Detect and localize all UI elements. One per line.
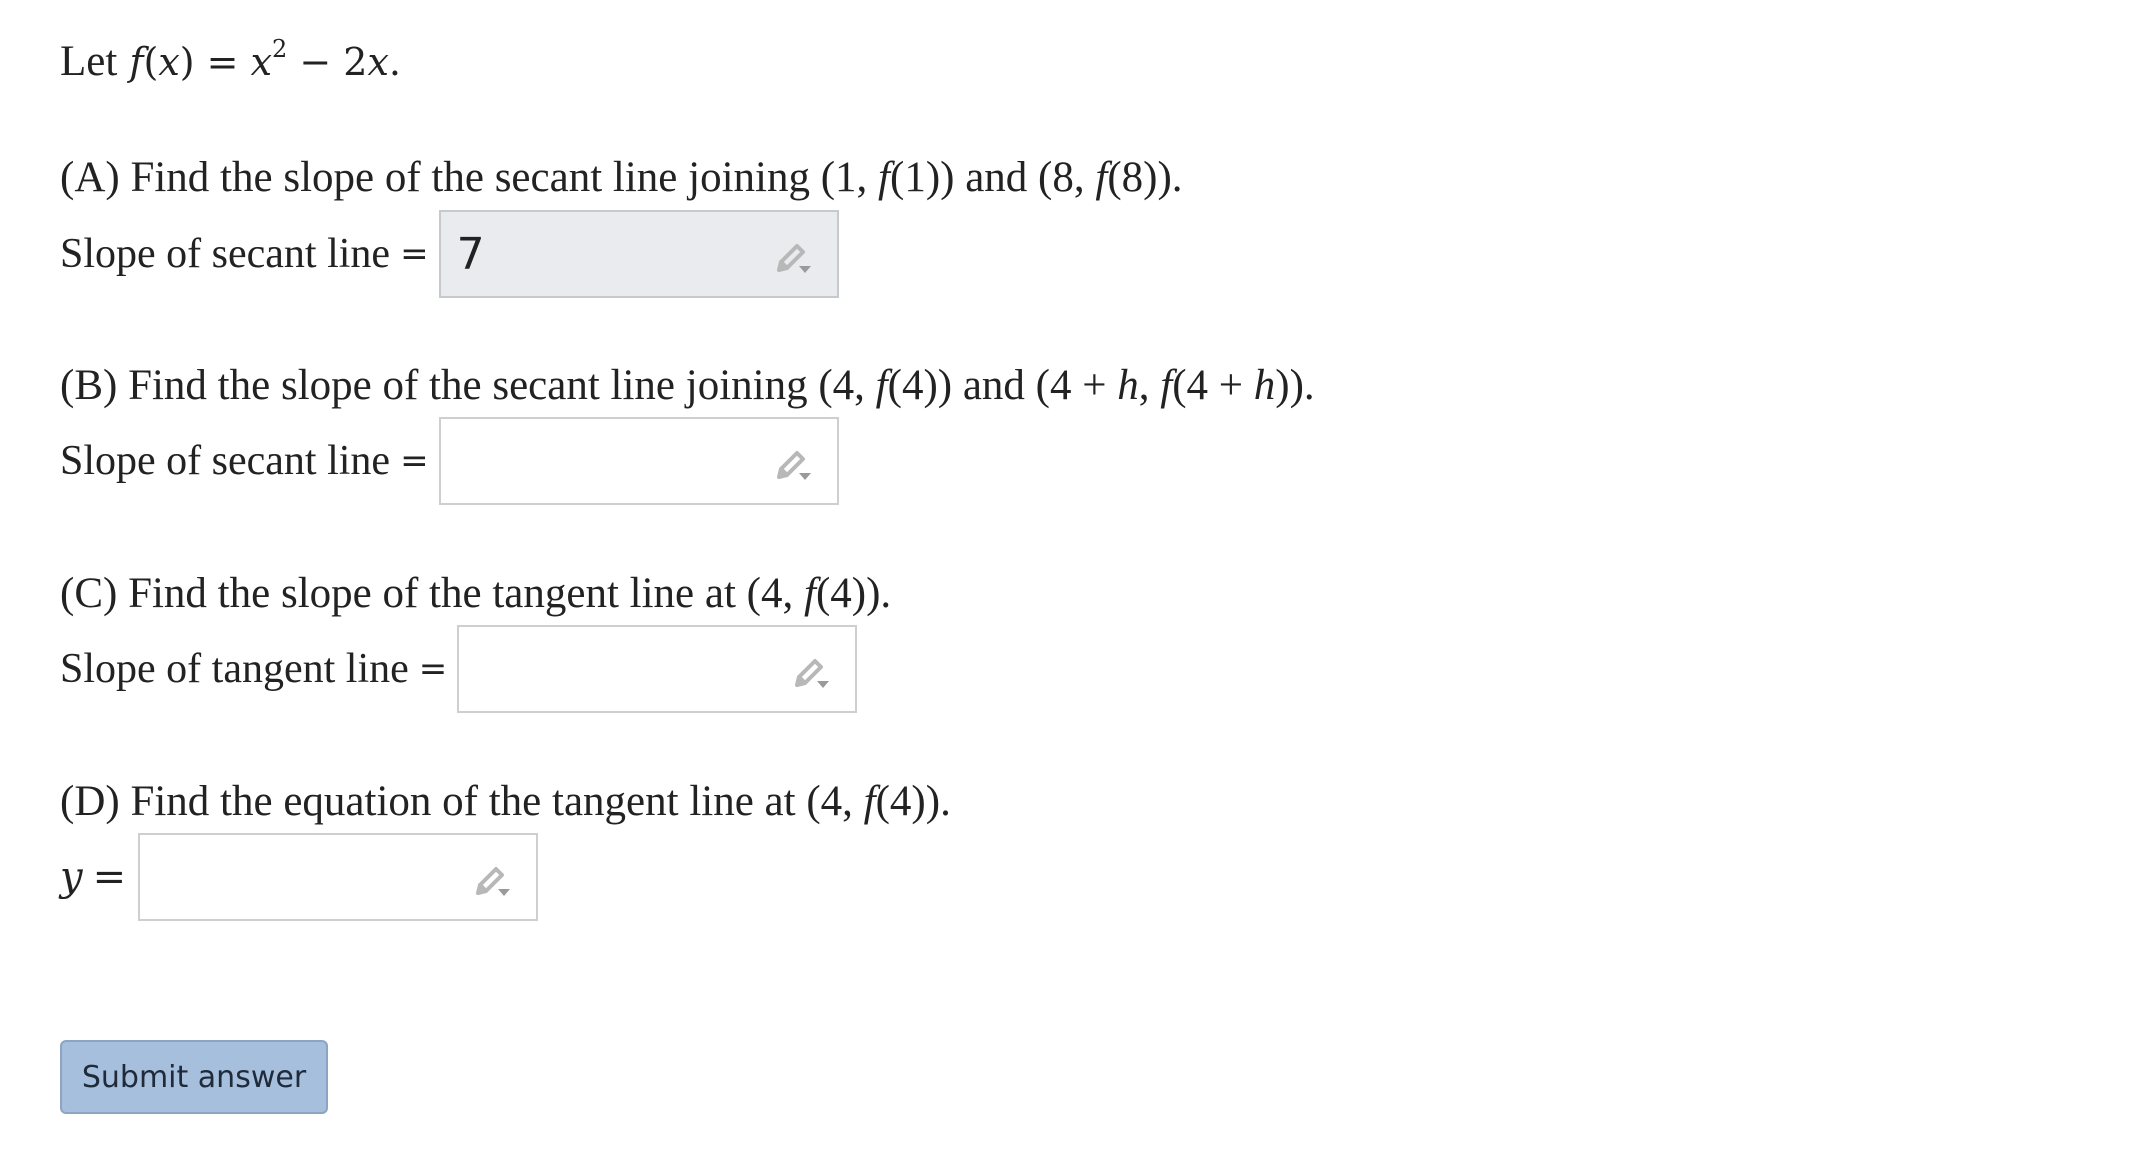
- term1-variable: x: [250, 40, 273, 84]
- part-a-answer-input[interactable]: 7: [438, 210, 839, 298]
- part-b-f1: f: [875, 362, 888, 409]
- part-c-point1: (4,: [746, 570, 804, 617]
- part-d-answer-input[interactable]: [138, 833, 539, 921]
- term2-variable: x: [367, 40, 389, 84]
- submit-answer-button[interactable]: Submit answer: [60, 1040, 328, 1114]
- period: .: [388, 40, 402, 84]
- exponent: 2: [272, 35, 288, 63]
- part-c-f1: f: [803, 570, 816, 617]
- part-c-point1-tail: (4)).: [815, 570, 892, 617]
- part-d-point1-tail: (4)).: [875, 778, 951, 825]
- part-c-equals: =: [418, 649, 448, 689]
- part-b-equals: =: [400, 441, 429, 481]
- part-b-h1: h: [1117, 362, 1139, 409]
- part-b-point1: (4,: [818, 362, 876, 409]
- part-a-equals: =: [400, 234, 429, 274]
- part-a-point2-tail: (8)).: [1107, 154, 1183, 201]
- paren-close: ): [179, 40, 195, 84]
- function-variable: x: [158, 40, 180, 84]
- function-name: f: [129, 40, 144, 84]
- part-c-text: (C) Find the slope of the tangent line a…: [60, 570, 747, 617]
- part-a-point1: (1,: [820, 154, 879, 201]
- let-word: Let: [60, 38, 118, 85]
- term2-coefficient: 2: [343, 40, 368, 84]
- problem-statement: Let f(x) = x2 − 2x.: [60, 36, 401, 88]
- part-a-f1: f: [878, 154, 890, 201]
- part-b-answer-row: Slope of secant line =: [60, 416, 839, 506]
- pencil-dropdown-icon[interactable]: [771, 441, 815, 485]
- part-a-question: (A) Find the slope of the secant line jo…: [60, 152, 1183, 204]
- pencil-dropdown-icon[interactable]: [789, 649, 833, 693]
- part-d-text: (D) Find the equation of the tangent lin…: [60, 778, 807, 825]
- minus-sign: −: [287, 40, 344, 84]
- part-b-answer-input[interactable]: [438, 417, 839, 505]
- part-c-answer-input[interactable]: [457, 625, 858, 713]
- part-d-point1: (4,: [806, 778, 864, 825]
- part-b-point2-tail-b: )).: [1275, 362, 1315, 409]
- part-b-point2-tail-a: (4 +: [1172, 362, 1254, 409]
- part-a-label: Slope of secant line: [60, 231, 391, 277]
- part-a-text: (A) Find the slope of the secant line jo…: [60, 154, 821, 201]
- part-a-answer-value: 7: [456, 229, 485, 280]
- part-c-label: Slope of tangent line: [60, 646, 409, 692]
- part-a-point1-tail: (1)) and (8,: [890, 154, 1096, 201]
- submit-answer-label: Submit answer: [81, 1059, 307, 1095]
- pencil-dropdown-icon[interactable]: [771, 234, 815, 278]
- part-b-h2: h: [1253, 362, 1276, 409]
- part-d-equals: =: [92, 854, 127, 900]
- part-b-label: Slope of secant line: [60, 438, 391, 484]
- part-b-comma: ,: [1138, 362, 1161, 409]
- part-b-question: (B) Find the slope of the secant line jo…: [60, 360, 1315, 412]
- part-a-answer-row: Slope of secant line = 7: [60, 209, 839, 299]
- paren-open: (: [143, 40, 159, 84]
- part-d-answer-row: y =: [60, 832, 539, 922]
- part-b-text: (B) Find the slope of the secant line jo…: [60, 362, 819, 409]
- equals-sign: =: [194, 40, 251, 84]
- part-d-question: (D) Find the equation of the tangent lin…: [60, 776, 951, 828]
- part-d-f1: f: [863, 778, 876, 825]
- part-c-answer-row: Slope of tangent line =: [60, 624, 858, 714]
- pencil-dropdown-icon[interactable]: [470, 857, 514, 901]
- part-b-f2: f: [1160, 362, 1173, 409]
- part-a-f2: f: [1095, 154, 1108, 201]
- part-d-y-variable: y: [60, 854, 83, 900]
- part-b-point1-tail: (4)) and (4 +: [887, 362, 1118, 409]
- part-c-question: (C) Find the slope of the tangent line a…: [60, 568, 891, 620]
